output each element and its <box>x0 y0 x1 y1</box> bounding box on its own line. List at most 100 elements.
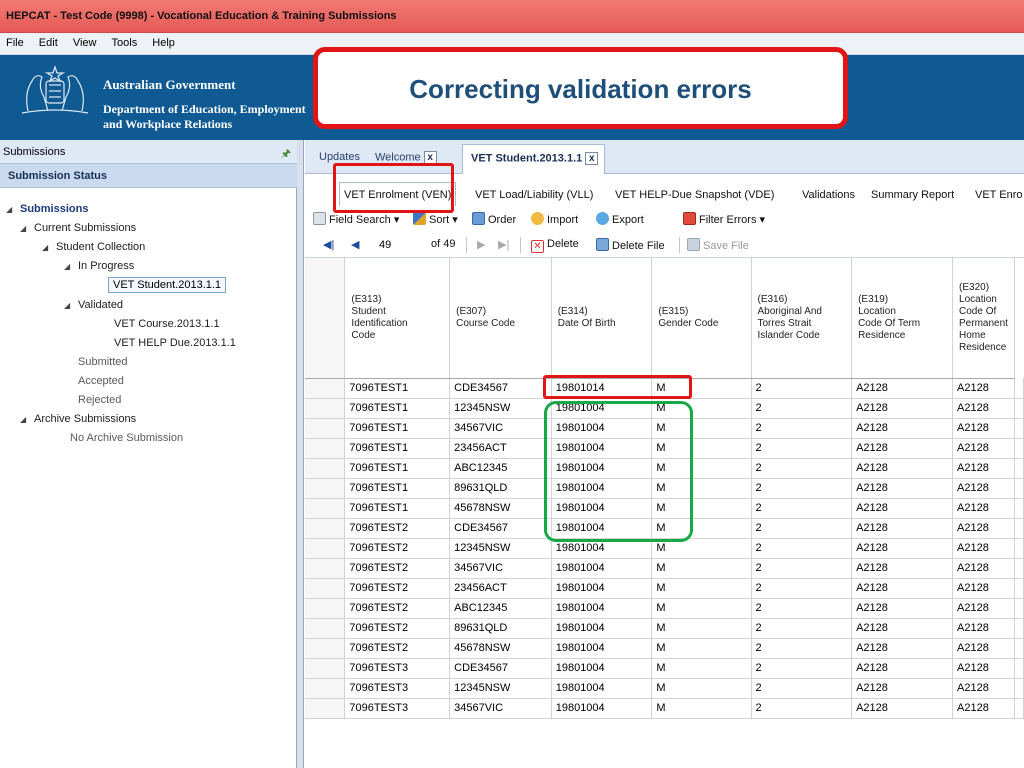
column-header-e320[interactable]: (E320) Location Code Of Permanent Home R… <box>952 258 1015 379</box>
tree-validated[interactable]: Validated <box>78 299 123 311</box>
pin-icon[interactable]: 🖈 <box>281 145 291 164</box>
tree-archive-submissions[interactable]: Archive Submissions <box>34 413 136 425</box>
term-location-cell[interactable]: A2128 <box>851 498 954 519</box>
student-id-cell[interactable]: 7096TEST3 <box>344 658 451 679</box>
tree-accepted[interactable]: Accepted <box>78 375 124 387</box>
row-header[interactable] <box>305 678 346 699</box>
table-cell[interactable] <box>1014 618 1024 639</box>
home-location-cell[interactable]: A2128 <box>952 438 1015 459</box>
indigenous-code-cell[interactable]: 2 <box>751 398 853 419</box>
tree-current-submissions[interactable]: Current Submissions <box>34 222 136 234</box>
table-row[interactable]: 7096TEST3 34567VIC 19801004 M 2 A2128 A2128 <box>305 698 1024 719</box>
gender-code-cell[interactable]: M <box>651 558 752 579</box>
tree-vet-help-due[interactable]: VET HELP Due.2013.1.1 <box>114 337 236 349</box>
column-header-e313[interactable]: (E313) Student Identification Code <box>344 258 451 379</box>
student-id-cell[interactable]: 7096TEST3 <box>344 678 451 699</box>
menu-edit[interactable]: Edit <box>39 37 58 49</box>
course-code-cell[interactable]: CDE34567 <box>449 658 552 679</box>
student-id-cell[interactable]: 7096TEST2 <box>344 558 451 579</box>
student-id-cell[interactable]: 7096TEST2 <box>344 598 451 619</box>
expand-icon[interactable]: ◢ <box>20 415 26 424</box>
table-cell[interactable] <box>1014 578 1024 599</box>
row-header[interactable] <box>305 498 346 519</box>
first-page-icon[interactable]: ◀| <box>323 238 334 251</box>
tree-student-collection[interactable]: Student Collection <box>56 241 145 253</box>
panel-splitter[interactable] <box>297 140 304 768</box>
indigenous-code-cell[interactable]: 2 <box>751 538 853 559</box>
home-location-cell[interactable]: A2128 <box>952 398 1015 419</box>
expand-icon[interactable]: ◢ <box>64 301 70 310</box>
row-header[interactable] <box>305 658 346 679</box>
tab-vet-student[interactable]: VET Student.2013.1.1 x <box>462 144 606 174</box>
tree-submitted[interactable]: Submitted <box>78 356 128 368</box>
column-header-e314[interactable]: (E314) Date Of Birth <box>551 258 653 379</box>
course-code-cell[interactable]: 34567VIC <box>449 418 552 439</box>
indigenous-code-cell[interactable]: 2 <box>751 458 853 479</box>
row-header[interactable] <box>305 478 346 499</box>
course-code-cell[interactable]: 23456ACT <box>449 578 552 599</box>
row-header[interactable] <box>305 558 346 579</box>
student-id-cell[interactable]: 7096TEST2 <box>344 578 451 599</box>
home-location-cell[interactable]: A2128 <box>952 658 1015 679</box>
term-location-cell[interactable]: A2128 <box>851 398 954 419</box>
expand-icon[interactable]: ◢ <box>6 205 12 214</box>
save-file-button[interactable]: Save File <box>687 238 749 252</box>
previous-page-icon[interactable]: ◀ <box>351 238 359 251</box>
table-cell[interactable] <box>1014 698 1024 719</box>
home-location-cell[interactable]: A2128 <box>952 678 1015 699</box>
gender-code-cell[interactable]: M <box>651 658 752 679</box>
indigenous-code-cell[interactable]: 2 <box>751 418 853 439</box>
home-location-cell[interactable]: A2128 <box>952 418 1015 439</box>
tree-vet-student-selected[interactable]: VET Student.2013.1.1 <box>108 277 227 293</box>
tab-vet-enro[interactable]: VET Enro <box>975 189 1023 201</box>
term-location-cell[interactable]: A2128 <box>851 538 954 559</box>
date-of-birth-cell[interactable]: 19801004 <box>551 598 653 619</box>
course-code-cell[interactable]: 34567VIC <box>449 558 552 579</box>
term-location-cell[interactable]: A2128 <box>851 638 954 659</box>
row-header[interactable] <box>305 538 346 559</box>
table-cell[interactable] <box>1014 598 1024 619</box>
last-page-icon[interactable]: ▶| <box>498 238 509 251</box>
date-of-birth-cell[interactable]: 19801004 <box>551 638 653 659</box>
delete-file-button[interactable]: Delete File <box>596 238 665 252</box>
tab-vet-load-liability[interactable]: VET Load/Liability (VLL) <box>475 189 593 201</box>
indigenous-code-cell[interactable]: 2 <box>751 678 853 699</box>
table-row[interactable]: 7096TEST2 ABC12345 19801004 M 2 A2128 A2128 <box>305 598 1024 619</box>
home-location-cell[interactable]: A2128 <box>952 558 1015 579</box>
row-header[interactable] <box>305 698 346 719</box>
tree-in-progress[interactable]: In Progress <box>78 260 134 272</box>
indigenous-code-cell[interactable]: 2 <box>751 698 853 719</box>
table-row[interactable]: 7096TEST3 12345NSW 19801004 M 2 A2128 A2128 <box>305 678 1024 699</box>
course-code-cell[interactable]: CDE34567 <box>449 518 552 539</box>
sort-button[interactable]: Sort ▾ <box>413 212 458 226</box>
gender-code-cell[interactable]: M <box>651 618 752 639</box>
term-location-cell[interactable]: A2128 <box>851 438 954 459</box>
row-header[interactable] <box>305 398 346 419</box>
indigenous-code-cell[interactable]: 2 <box>751 438 853 459</box>
student-id-cell[interactable]: 7096TEST2 <box>344 618 451 639</box>
row-header[interactable] <box>305 618 346 639</box>
table-cell[interactable] <box>1014 538 1024 559</box>
student-id-cell[interactable]: 7096TEST1 <box>344 458 451 479</box>
expand-icon[interactable]: ◢ <box>64 262 70 271</box>
student-id-cell[interactable]: 7096TEST2 <box>344 518 451 539</box>
page-number-input[interactable] <box>377 236 421 254</box>
row-header[interactable] <box>305 418 346 439</box>
table-cell[interactable] <box>1014 378 1024 399</box>
indigenous-code-cell[interactable]: 2 <box>751 578 853 599</box>
expand-icon[interactable]: ◢ <box>42 243 48 252</box>
table-cell[interactable] <box>1014 438 1024 459</box>
column-header-e307[interactable]: (E307) Course Code <box>449 258 552 379</box>
import-button[interactable]: Import <box>531 212 578 226</box>
filter-errors-button[interactable]: Filter Errors ▾ <box>683 212 765 226</box>
course-code-cell[interactable]: ABC12345 <box>449 458 552 479</box>
table-row[interactable]: 7096TEST2 89631QLD 19801004 M 2 A2128 A2128 <box>305 618 1024 639</box>
term-location-cell[interactable]: A2128 <box>851 378 954 399</box>
table-row[interactable]: 7096TEST2 23456ACT 19801004 M 2 A2128 A2128 <box>305 578 1024 599</box>
tab-updates[interactable]: Updates <box>319 151 360 163</box>
row-header[interactable] <box>305 438 346 459</box>
menu-file[interactable]: File <box>6 37 24 49</box>
export-button[interactable]: Export <box>596 212 644 226</box>
indigenous-code-cell[interactable]: 2 <box>751 518 853 539</box>
next-page-icon[interactable]: ▶ <box>477 238 485 251</box>
